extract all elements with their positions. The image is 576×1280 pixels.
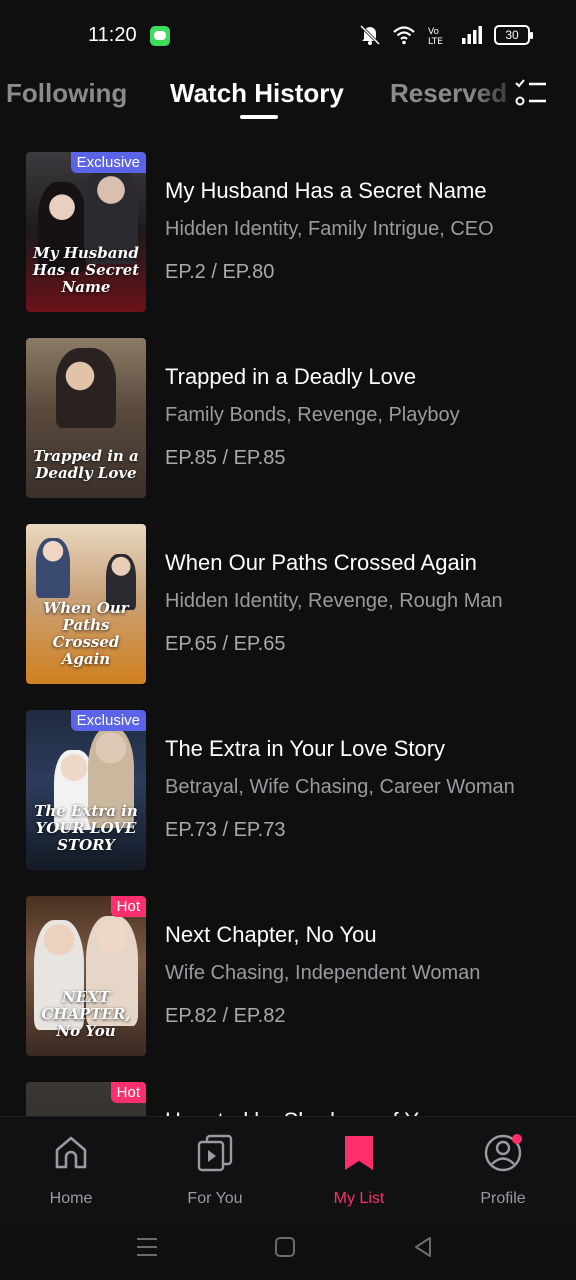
- drama-title[interactable]: The Extra in Your Love Story: [165, 736, 565, 762]
- wifi-icon: [393, 26, 415, 45]
- episode-progress: EP.82 / EP.82: [165, 1005, 286, 1027]
- home-icon: [55, 1136, 87, 1169]
- nav-my-list[interactable]: My List: [299, 1133, 419, 1208]
- drama-title[interactable]: My Husband Has a Secret Name: [165, 178, 565, 204]
- signal-icon: [462, 26, 482, 44]
- top-tabs: Following Watch History Reserved: [0, 70, 576, 130]
- play-cards-icon: [197, 1134, 233, 1172]
- poster-image[interactable]: NEXT CHAPTER, No You Hot: [26, 896, 146, 1056]
- poster-title: My Husband Has a Secret Name: [32, 244, 140, 296]
- episode-progress: EP.73 / EP.73: [165, 819, 286, 841]
- status-icons: Vo LTE 30: [358, 24, 533, 46]
- poster-image[interactable]: My Husband Has a Secret Name Exclusive: [26, 152, 146, 312]
- nav-profile-label: Profile: [480, 1190, 526, 1207]
- drama-title[interactable]: When Our Paths Crossed Again: [165, 550, 565, 576]
- poster-image[interactable]: Hot: [26, 1082, 146, 1118]
- drama-title[interactable]: Trapped in a Deadly Love: [165, 364, 565, 390]
- nav-profile[interactable]: Profile: [443, 1133, 563, 1208]
- poster-title: When Our Paths Crossed Again: [43, 599, 129, 668]
- drama-tags: Hidden Identity, Family Intrigue, CEO: [165, 218, 494, 240]
- notification-dot-icon: [512, 1134, 522, 1144]
- home-square-icon[interactable]: [272, 1234, 298, 1260]
- nav-home[interactable]: Home: [11, 1133, 131, 1208]
- episode-progress: EP.85 / EP.85: [165, 447, 286, 469]
- bottom-navigation: Home For You My List Profile: [0, 1116, 576, 1226]
- drama-title[interactable]: Next Chapter, No You: [165, 922, 565, 948]
- nav-for-you-label: For You: [187, 1190, 243, 1207]
- hot-badge: Hot: [110, 1082, 146, 1103]
- exclusive-badge: Exclusive: [70, 152, 146, 173]
- poster-image[interactable]: When Our Paths Crossed Again: [26, 524, 146, 684]
- list-item[interactable]: When Our Paths Crossed Again When Our Pa…: [0, 524, 576, 686]
- poster-image[interactable]: Trapped in a Deadly Love: [26, 338, 146, 498]
- status-time: 11:20: [88, 24, 137, 46]
- poster-title: NEXT CHAPTER, No You: [41, 988, 131, 1040]
- episode-progress: EP.65 / EP.65: [165, 633, 286, 655]
- tab-watch-history[interactable]: Watch History: [170, 78, 344, 109]
- bookmark-icon: [345, 1136, 373, 1170]
- menu-icon[interactable]: [134, 1234, 160, 1260]
- tab-following[interactable]: Following: [6, 78, 127, 109]
- status-bar: 11:20 Vo LTE 30: [0, 0, 576, 70]
- message-notification-icon: [150, 26, 170, 46]
- nav-home-label: Home: [49, 1190, 93, 1207]
- list-item[interactable]: NEXT CHAPTER, No You Hot Next Chapter, N…: [0, 896, 576, 1058]
- drama-tags: Hidden Identity, Revenge, Rough Man: [165, 590, 503, 612]
- list-item[interactable]: My Husband Has a Secret Name Exclusive M…: [0, 152, 576, 314]
- profile-icon: [484, 1134, 522, 1172]
- mute-bell-icon: [359, 24, 381, 46]
- system-navigation-bar: [0, 1226, 576, 1280]
- active-tab-indicator: [240, 115, 278, 119]
- drama-tags: Wife Chasing, Independent Woman: [165, 962, 481, 984]
- edit-list-icon[interactable]: [514, 78, 548, 108]
- episode-progress: EP.2 / EP.80: [165, 261, 275, 283]
- back-icon[interactable]: [410, 1234, 436, 1260]
- list-item[interactable]: Trapped in a Deadly Love Trapped in a De…: [0, 338, 576, 500]
- poster-title: The Extra in YOUR LOVE STORY: [34, 802, 138, 854]
- drama-tags: Family Bonds, Revenge, Playboy: [165, 404, 460, 426]
- volte-icon: Vo LTE: [428, 27, 443, 46]
- svg-text:LTE: LTE: [428, 37, 443, 46]
- battery-icon: 30: [494, 25, 533, 45]
- exclusive-badge: Exclusive: [70, 710, 146, 731]
- nav-for-you[interactable]: For You: [155, 1133, 275, 1208]
- watch-history-list: My Husband Has a Secret Name Exclusive M…: [0, 152, 576, 1118]
- svg-text:Vo: Vo: [428, 27, 439, 37]
- list-item[interactable]: The Extra in YOUR LOVE STORY Exclusive T…: [0, 710, 576, 872]
- poster-image[interactable]: The Extra in YOUR LOVE STORY Exclusive: [26, 710, 146, 870]
- poster-title: Trapped in a Deadly Love: [33, 447, 139, 482]
- drama-tags: Betrayal, Wife Chasing, Career Woman: [165, 776, 515, 798]
- hot-badge: Hot: [110, 896, 146, 917]
- nav-my-list-label: My List: [333, 1190, 385, 1207]
- list-item[interactable]: Hot Haunted by Shadows of You: [0, 1082, 576, 1118]
